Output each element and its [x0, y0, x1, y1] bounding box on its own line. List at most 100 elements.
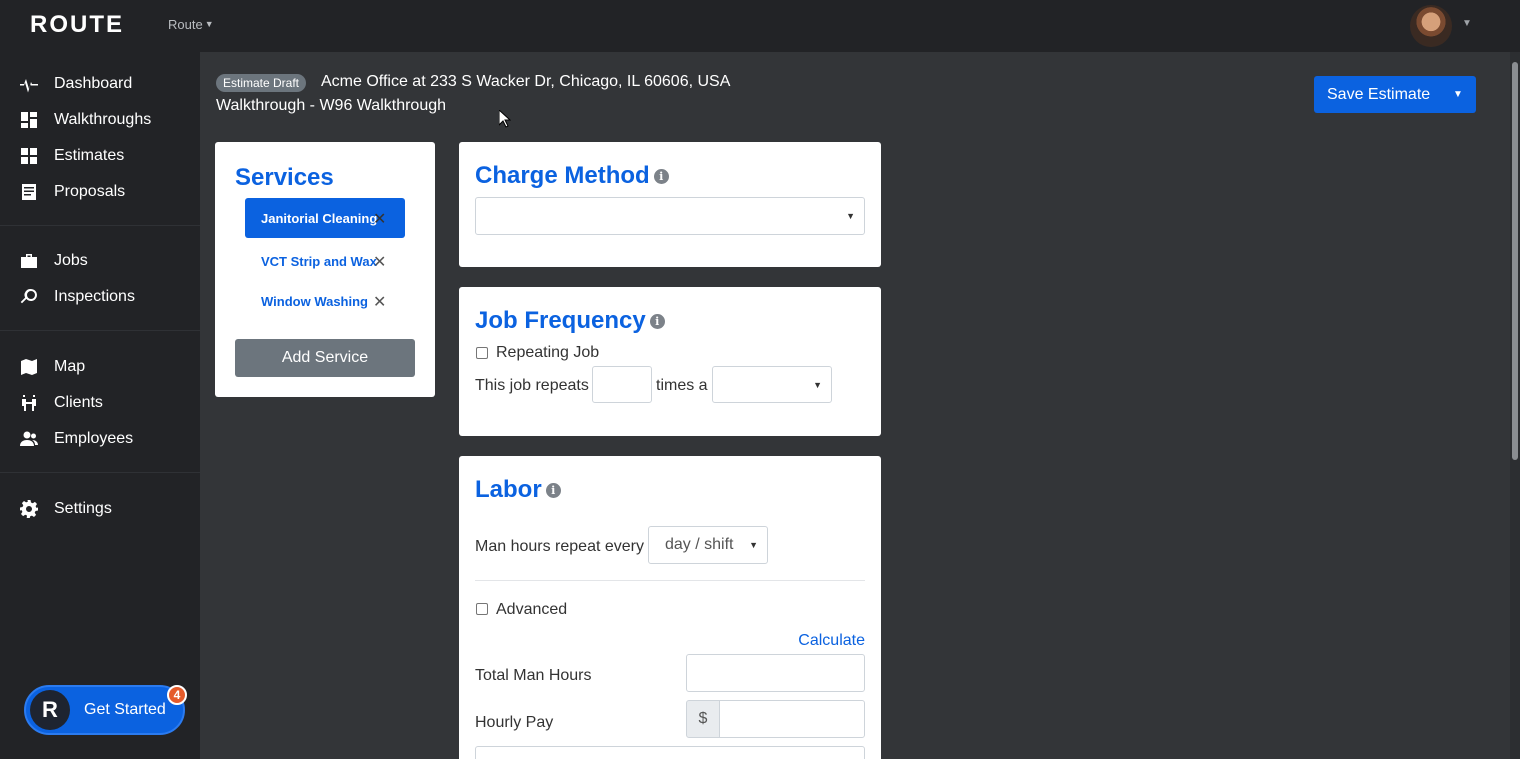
status-badge: Estimate Draft [216, 74, 307, 92]
labor-card: Labor i Man hours repeat every day / shif… [459, 456, 881, 759]
map-icon [19, 357, 39, 377]
calculate-link[interactable]: Calculate [798, 632, 865, 650]
chevron-down-icon: ▼ [749, 540, 758, 550]
sidebar-item-label: Walkthroughs [54, 111, 152, 128]
clients-icon [19, 393, 39, 413]
sidebar-item-label: Inspections [54, 288, 135, 305]
document-icon [19, 182, 39, 202]
services-title: Services [235, 164, 334, 191]
sidebar-divider [0, 472, 200, 473]
sidebar-item-estimates[interactable]: Estimates [0, 139, 200, 173]
info-icon[interactable]: i [649, 314, 665, 329]
charge-method-card: Charge Method i ▼ [459, 142, 881, 267]
route-switcher-label: Route [168, 17, 203, 32]
chevron-down-icon: ▼ [846, 211, 855, 221]
hourly-pay-input[interactable] [719, 700, 865, 738]
remove-icon[interactable]: ✕ [373, 252, 386, 272]
charge-method-select[interactable]: ▼ [475, 197, 865, 235]
sidebar-item-label: Map [54, 358, 86, 375]
service-name: VCT Strip and Wax [261, 253, 377, 269]
service-name: Janitorial Cleaning [261, 210, 378, 226]
man-hours-repeat-label: Man hours repeat every [475, 538, 644, 555]
services-card: Services Janitorial Cleaning ✕ VCT Strip… [215, 142, 435, 397]
magnifier-icon [19, 287, 39, 307]
sidebar-item-walkthroughs[interactable]: Walkthroughs [0, 103, 200, 137]
sidebar-item-employees[interactable]: Employees [0, 422, 200, 456]
charge-method-header: Charge Method i [475, 162, 669, 190]
remove-icon[interactable]: ✕ [373, 292, 386, 312]
repeats-prefix-label: This job repeats [475, 377, 589, 394]
sidebar-item-label: Dashboard [54, 75, 133, 92]
sidebar-item-proposals[interactable]: Proposals [0, 175, 200, 209]
walkthrough-title: Walkthrough - W96 Walkthrough [216, 97, 447, 114]
service-item[interactable]: VCT Strip and Wax ✕ [245, 241, 405, 281]
job-frequency-card: Job Frequency i Repeating Job This job re… [459, 287, 881, 436]
get-started-label: Get Started [84, 701, 166, 718]
save-options-caret-icon[interactable]: ▼ [1440, 76, 1476, 113]
advanced-checkbox[interactable] [476, 603, 488, 615]
user-menu-caret-icon[interactable]: ▼ [1462, 18, 1472, 29]
sidebar-item-map[interactable]: Map [0, 350, 200, 384]
sidebar-item-label: Jobs [54, 252, 88, 269]
sidebar-item-label: Estimates [54, 147, 125, 164]
currency-addon: $ [686, 700, 720, 738]
info-icon[interactable]: i [653, 169, 669, 184]
briefcase-icon [19, 251, 39, 271]
user-avatar[interactable] [1410, 5, 1452, 47]
sidebar-item-settings[interactable]: Settings [0, 492, 200, 526]
sidebar-item-clients[interactable]: Clients [0, 386, 200, 420]
sidebar-divider [0, 330, 200, 331]
total-man-hours-input[interactable] [686, 654, 865, 692]
info-icon[interactable]: i [545, 483, 561, 498]
add-service-button[interactable]: Add Service [235, 339, 415, 377]
sidebar-item-label: Proposals [54, 183, 126, 200]
sidebar-item-label: Settings [54, 500, 112, 517]
grid-icon [19, 146, 39, 166]
repeat-period-select[interactable]: ▼ [712, 366, 832, 403]
chevron-down-icon: ▼ [813, 379, 822, 390]
save-estimate-label: Save Estimate [1327, 85, 1431, 103]
service-item[interactable]: Window Washing ✕ [245, 281, 405, 321]
route-switcher[interactable]: Route ▼ [168, 17, 214, 32]
employees-icon [19, 429, 39, 449]
advanced-label: Advanced [496, 601, 568, 618]
labor-title: Labor [475, 476, 542, 503]
charge-method-title: Charge Method [475, 162, 650, 189]
job-frequency-title: Job Frequency [475, 307, 646, 334]
estimate-address: Acme Office at 233 S Wacker Dr, Chicago,… [321, 73, 731, 90]
total-man-hours-label: Total Man Hours [475, 667, 592, 684]
notification-badge: 4 [167, 685, 187, 705]
repeating-job-label: Repeating Job [496, 344, 600, 361]
hourly-pay-label: Hourly Pay [475, 714, 554, 731]
sidebar-divider [0, 225, 200, 226]
sidebar-item-dashboard[interactable]: Dashboard [0, 67, 200, 101]
walkthrough-icon [19, 110, 39, 130]
sidebar-item-inspections[interactable]: Inspections [0, 280, 200, 314]
divider [475, 580, 865, 581]
labor-extra-input[interactable] [475, 746, 865, 759]
repeating-job-checkbox[interactable] [476, 347, 488, 359]
remove-icon[interactable]: ✕ [373, 209, 386, 229]
man-hours-repeat-value: day / shift [665, 536, 734, 553]
gear-icon [19, 499, 39, 519]
repeat-count-input[interactable] [592, 366, 652, 403]
service-name: Window Washing [261, 293, 368, 309]
job-frequency-header: Job Frequency i [475, 307, 665, 335]
mouse-cursor-icon [499, 110, 511, 128]
service-item[interactable]: Janitorial Cleaning ✕ [245, 198, 405, 238]
sidebar-item-label: Clients [54, 394, 103, 411]
save-estimate-button[interactable]: Save Estimate ▼ [1314, 76, 1476, 113]
get-started-button[interactable]: R Get Started [24, 685, 185, 735]
man-hours-repeat-select[interactable]: day / shift ▼ [648, 526, 768, 564]
app-logo[interactable]: ROUTE [30, 11, 124, 39]
sidebar-item-label: Employees [54, 430, 134, 447]
labor-header: Labor i [475, 476, 561, 504]
sidebar-item-jobs[interactable]: Jobs [0, 244, 200, 278]
pulse-icon [19, 74, 39, 94]
caret-down-icon: ▼ [204, 19, 214, 29]
top-bar: ROUTE Route ▼ ▼ [0, 0, 1520, 52]
scrollbar-thumb[interactable] [1512, 62, 1518, 460]
repeats-mid-label: times a [656, 377, 708, 394]
route-logo-icon: R [30, 690, 70, 730]
sidebar: Dashboard Walkthroughs Estimates Proposa… [0, 52, 200, 759]
